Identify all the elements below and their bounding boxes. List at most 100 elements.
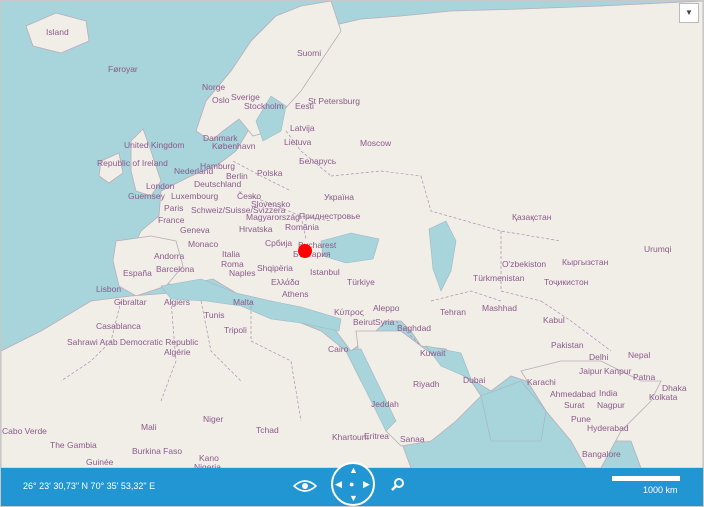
place-label: India: [599, 388, 618, 398]
place-label: Türkiye: [347, 277, 375, 287]
place-label: Athens: [282, 289, 309, 299]
place-label: Niger: [203, 414, 224, 424]
place-label: Hamburg: [200, 161, 235, 171]
place-label: Tehran: [440, 307, 466, 317]
place-label: Baghdad: [397, 323, 432, 333]
place-label: Jeddah: [371, 399, 399, 409]
place-label: Србија: [265, 238, 293, 248]
place-label: Patna: [633, 372, 656, 382]
scale-label: 1000 km: [643, 485, 678, 495]
place-label: Guinée: [86, 457, 114, 467]
place-label: Deutschland: [194, 179, 242, 189]
place-label: Delhi: [589, 352, 609, 362]
place-label: Tripoli: [224, 325, 247, 335]
place-label: Island: [46, 27, 69, 37]
place-label: Kabul: [543, 315, 565, 325]
place-label: Urumqi: [644, 244, 672, 254]
place-label: Paris: [164, 203, 184, 213]
place-label: Barcelona: [156, 264, 195, 274]
place-label: Cabo Verde: [2, 426, 47, 436]
place-label: Istanbul: [310, 267, 340, 277]
place-label: România: [285, 222, 320, 232]
place-label: Luxembourg: [171, 191, 219, 201]
place-label: O'zbekiston: [502, 259, 547, 269]
place-label: Türkmenistan: [473, 273, 525, 283]
place-label: Monaco: [188, 239, 219, 249]
place-label: Stockholm: [244, 101, 284, 111]
pan-up-icon[interactable]: ▲: [349, 466, 358, 475]
place-label: London: [146, 181, 175, 191]
place-label: United Kingdom: [124, 140, 185, 150]
coordinate-readout: 26° 23' 30,73" N 70° 35' 53,32" E: [23, 481, 156, 491]
place-label: Приднестровье: [299, 211, 361, 221]
place-label: Casablanca: [96, 321, 141, 331]
place-label: Italia: [222, 249, 240, 259]
pan-left-icon[interactable]: ◀: [335, 480, 342, 489]
basemap: [1, 1, 703, 468]
place-label: Surat: [564, 400, 585, 410]
place-label: Karachi: [527, 377, 556, 387]
place-label: Naples: [229, 268, 256, 278]
place-label: Algérie: [164, 347, 191, 357]
place-label: Mali: [141, 422, 157, 432]
place-label: Mashhad: [482, 303, 517, 313]
place-label: Cairo: [328, 344, 349, 354]
place-label: Riyadh: [413, 379, 440, 389]
place-label: Oslo: [212, 95, 230, 105]
place-label: København: [212, 141, 256, 151]
place-label: Lietuva: [284, 137, 312, 147]
place-label: Algiers: [164, 297, 190, 307]
place-label: Ahmedabad: [550, 389, 596, 399]
place-label: Republic of Ireland: [97, 158, 168, 168]
place-label: Guernsey: [128, 191, 165, 201]
place-label: Беларусь: [299, 156, 337, 166]
pan-center-icon[interactable]: ●: [349, 480, 354, 489]
place-label: Latvija: [290, 123, 315, 133]
place-label: Κύπρος: [334, 307, 364, 317]
place-label: Україна: [324, 192, 354, 202]
place-label: Nepal: [628, 350, 651, 360]
map-viewport[interactable]: Island Føroyar Norge Sverige Oslo Stockholm Su…: [0, 0, 704, 507]
place-label: Pakistan: [551, 340, 584, 350]
pan-down-icon[interactable]: ▼: [349, 494, 358, 503]
place-label: Geneva: [180, 225, 210, 235]
place-label: Kolkata: [649, 392, 678, 402]
place-label: Gibraltar: [114, 297, 147, 307]
eye-icon[interactable]: [293, 479, 317, 493]
pan-right-icon[interactable]: ▶: [363, 480, 370, 489]
place-label: Kanpur: [604, 366, 632, 376]
place-label: Bangalore: [582, 449, 621, 459]
location-marker[interactable]: [298, 244, 312, 258]
pan-navigator-icon[interactable]: ▲ ▼ ◀ ▶ ●: [331, 462, 375, 506]
place-label: España: [123, 268, 152, 278]
search-icon[interactable]: [391, 477, 405, 491]
place-label: Norge: [202, 82, 226, 92]
place-label: Tchad: [256, 425, 279, 435]
place-label: Burkina Faso: [132, 446, 183, 456]
place-label: Magyarország: [246, 212, 300, 222]
place-label: Ελλάδα: [271, 277, 300, 287]
place-label: Hrvatska: [239, 224, 273, 234]
place-label: Polska: [257, 168, 283, 178]
place-label: Andorra: [154, 251, 185, 261]
place-label: Hyderabad: [587, 423, 629, 433]
place-label: St Petersburg: [308, 96, 360, 106]
place-label: The Gambia: [50, 440, 97, 450]
place-label: Syria: [375, 317, 395, 327]
place-label: Føroyar: [108, 64, 138, 74]
scale-bar: [612, 476, 680, 481]
chevron-down-icon[interactable]: ▼: [679, 3, 699, 23]
place-label: Shqipëria: [257, 263, 293, 273]
place-label: Кыргызстан: [562, 257, 609, 267]
place-label: Aleppo: [373, 303, 400, 313]
place-label: Suomi: [297, 48, 322, 58]
place-label: France: [158, 215, 185, 225]
place-label: Jaipur: [579, 366, 603, 376]
place-label: Nagpur: [597, 400, 625, 410]
place-label: Moscow: [360, 138, 392, 148]
place-label: Тоҷикистон: [544, 277, 589, 287]
place-label: Dubai: [463, 375, 486, 385]
place-label: Lisbon: [96, 284, 122, 294]
place-label: Sahrawi Arab Democratic Republic: [67, 337, 199, 347]
place-label: Kuwait: [420, 348, 446, 358]
